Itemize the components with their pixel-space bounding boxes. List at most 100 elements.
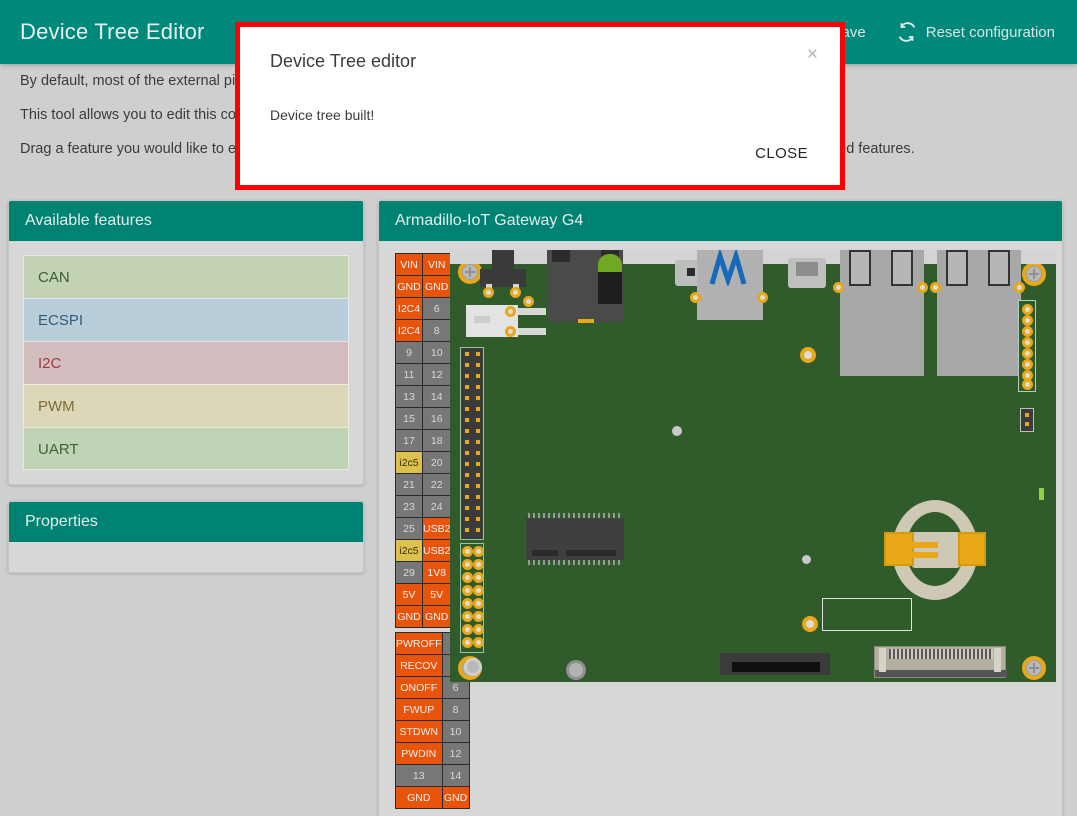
header-pad bbox=[473, 572, 484, 583]
feature-item-label: PWM bbox=[38, 398, 75, 415]
con1-pin-30[interactable]: 1V8 bbox=[423, 562, 451, 584]
pin-row: STDWN10 bbox=[396, 721, 470, 743]
solder-pad bbox=[690, 292, 701, 303]
con1-pin-28[interactable]: USB2 bbox=[423, 540, 451, 562]
con1-pin-3[interactable]: GND bbox=[396, 276, 423, 298]
header-pin bbox=[465, 528, 469, 532]
feature-item-i2c[interactable]: I2C bbox=[23, 341, 349, 384]
close-button[interactable]: CLOSE bbox=[749, 144, 814, 163]
con1-pin-8[interactable]: 8 bbox=[423, 320, 451, 342]
solder-pad bbox=[917, 282, 928, 293]
con2-pin-10[interactable]: 10 bbox=[442, 721, 469, 743]
header-pad bbox=[462, 611, 473, 622]
solder-pad bbox=[510, 287, 521, 298]
con1-pin-22[interactable]: 22 bbox=[423, 474, 451, 496]
header-pin bbox=[476, 473, 480, 477]
con1-pin-10[interactable]: 10 bbox=[423, 342, 451, 364]
close-icon[interactable]: × bbox=[807, 45, 818, 64]
rj45-tab bbox=[988, 250, 1010, 286]
con1-header-strip[interactable] bbox=[460, 347, 484, 540]
header-pin bbox=[476, 462, 480, 466]
feature-item-uart[interactable]: UART bbox=[23, 427, 349, 470]
jumper-2pin bbox=[1020, 408, 1034, 432]
header-pin bbox=[476, 374, 480, 378]
feature-item-ecspi[interactable]: ECSPI bbox=[23, 298, 349, 341]
header-pin bbox=[465, 495, 469, 499]
con1-pin-33[interactable]: GND bbox=[396, 606, 423, 628]
ffc-connector bbox=[874, 646, 1006, 678]
con1-pin-29[interactable]: 29 bbox=[396, 562, 423, 584]
con2-pin-12[interactable]: 12 bbox=[442, 743, 469, 765]
header-pin bbox=[476, 506, 480, 510]
feature-item-can[interactable]: CAN bbox=[23, 255, 349, 298]
pin-row: GNDGND bbox=[396, 276, 451, 298]
con1-pin-31[interactable]: 5V bbox=[396, 584, 423, 606]
header-pin bbox=[476, 440, 480, 444]
con1-pin-4[interactable]: GND bbox=[423, 276, 451, 298]
available-features-panel: Available features CANECSPII2CPWMUART bbox=[8, 200, 364, 485]
con1-pin-16[interactable]: 16 bbox=[423, 408, 451, 430]
con1-pin-21[interactable]: 21 bbox=[396, 474, 423, 496]
con1-pin-24[interactable]: 24 bbox=[423, 496, 451, 518]
header-pin bbox=[465, 352, 469, 356]
con1-pin-11[interactable]: 11 bbox=[396, 364, 423, 386]
con2-header-strip[interactable] bbox=[460, 543, 484, 653]
con1-pin-20[interactable]: 20 bbox=[423, 452, 451, 474]
header-pin bbox=[476, 418, 480, 422]
header-pad bbox=[462, 637, 473, 648]
header-pin bbox=[465, 484, 469, 488]
con1-pin-32[interactable]: 5V bbox=[423, 584, 451, 606]
con2-pin-1[interactable]: PWROFF bbox=[396, 633, 443, 655]
con2-pin-15[interactable]: GND bbox=[396, 787, 443, 809]
con2-pin-8[interactable]: 8 bbox=[442, 699, 469, 721]
refresh-icon bbox=[896, 21, 918, 43]
con1-pin-15[interactable]: 15 bbox=[396, 408, 423, 430]
feature-item-label: CAN bbox=[38, 269, 70, 286]
con1-pin-5[interactable]: I2C4 bbox=[396, 298, 423, 320]
con1-pin-17[interactable]: 17 bbox=[396, 430, 423, 452]
con1-pin-9[interactable]: 9 bbox=[396, 342, 423, 364]
header-pin bbox=[465, 429, 469, 433]
con1-pin-7[interactable]: I2C4 bbox=[396, 320, 423, 342]
left-column: Available features CANECSPII2CPWMUART Pr… bbox=[8, 200, 364, 573]
con2-pin-11[interactable]: PWDIN bbox=[396, 743, 443, 765]
header-pin bbox=[476, 429, 480, 433]
con1-pin-13[interactable]: 13 bbox=[396, 386, 423, 408]
con1-pin-19[interactable]: i2c5 bbox=[396, 452, 423, 474]
header-pin bbox=[465, 451, 469, 455]
feature-item-pwm[interactable]: PWM bbox=[23, 384, 349, 427]
silkscreen-outline bbox=[822, 598, 912, 631]
device-tree-editor-dialog: Device Tree editor × Device tree built! … bbox=[235, 22, 845, 190]
con1-pin-6[interactable]: 6 bbox=[423, 298, 451, 320]
con2-pin-13[interactable]: 13 bbox=[396, 765, 443, 787]
con1-pin-1[interactable]: VIN bbox=[396, 254, 423, 276]
con1-pin-12[interactable]: 12 bbox=[423, 364, 451, 386]
solder-pad bbox=[930, 282, 941, 293]
con1-pin-27[interactable]: i2c5 bbox=[396, 540, 423, 562]
con2-pin-7[interactable]: FWUP bbox=[396, 699, 443, 721]
con1-pin-26[interactable]: USB2 bbox=[423, 518, 451, 540]
pin-row: 1314 bbox=[396, 765, 470, 787]
con2-pin-5[interactable]: ONOFF bbox=[396, 677, 443, 699]
con1-pin-25[interactable]: 25 bbox=[396, 518, 423, 540]
con2-pin-9[interactable]: STDWN bbox=[396, 721, 443, 743]
con2-pin-3[interactable]: RECOV bbox=[396, 655, 443, 677]
con1-pin-18[interactable]: 18 bbox=[423, 430, 451, 452]
smd-led bbox=[1039, 488, 1044, 500]
con1-pin-14[interactable]: 14 bbox=[423, 386, 451, 408]
feature-item-label: ECSPI bbox=[38, 312, 83, 329]
con2-pin-14[interactable]: 14 bbox=[442, 765, 469, 787]
reset-configuration-button[interactable]: Reset configuration bbox=[896, 21, 1055, 43]
header-pin bbox=[465, 407, 469, 411]
right-pin-strip bbox=[1018, 300, 1036, 392]
con2-pin-16[interactable]: GND bbox=[442, 787, 469, 809]
con1-pin-34[interactable]: GND bbox=[423, 606, 451, 628]
con1-pin-2[interactable]: VIN bbox=[423, 254, 451, 276]
header-pad bbox=[473, 585, 484, 596]
screw-hole-icon bbox=[1022, 656, 1046, 680]
usb-shell bbox=[796, 262, 818, 276]
board-image bbox=[450, 250, 1056, 682]
pin-row: 2122 bbox=[396, 474, 451, 496]
page-title: Device Tree Editor bbox=[20, 19, 205, 45]
con1-pin-23[interactable]: 23 bbox=[396, 496, 423, 518]
